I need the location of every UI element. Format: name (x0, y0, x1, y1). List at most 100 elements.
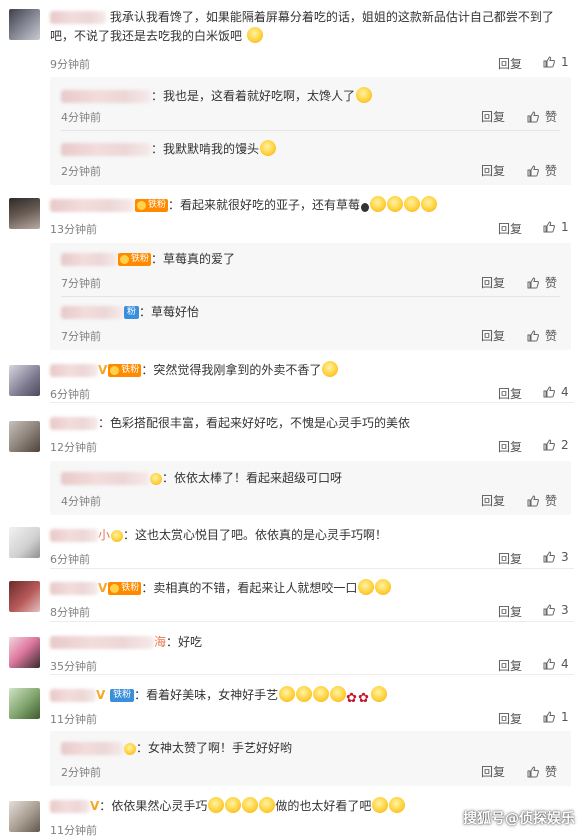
emoji-icon (313, 686, 330, 702)
timestamp: 13分钟前 (50, 223, 97, 236)
emoji-icon (242, 797, 259, 813)
like-button[interactable]: 赞 (527, 492, 557, 509)
like-button[interactable]: 赞 (527, 327, 557, 344)
username[interactable] (61, 472, 149, 485)
thumb-up-icon (527, 111, 539, 123)
like-button[interactable]: 3 (543, 550, 569, 564)
like-button[interactable]: 1 (543, 710, 569, 724)
emoji-icon (322, 361, 339, 377)
reply-button[interactable]: 回复 (498, 603, 522, 620)
reply-button[interactable]: 回复 (498, 438, 522, 455)
reply-button[interactable]: 回复 (481, 162, 505, 179)
fan-badge-icon (150, 473, 162, 485)
verified-icon: V (90, 799, 100, 813)
like-button[interactable]: 4 (543, 657, 569, 671)
reply-button[interactable]: 回复 (498, 710, 522, 727)
emoji-icon (259, 797, 276, 813)
comment-text: 卖相真的不错，看起来让人就想咬一口 (153, 581, 358, 595)
thumb-up-icon (543, 439, 555, 451)
strawberry-icon (361, 203, 370, 212)
username[interactable] (61, 253, 117, 266)
fan-badge: 铁粉 (108, 582, 142, 595)
like-button[interactable]: 赞 (527, 162, 557, 179)
reply-button[interactable]: 回复 (481, 327, 505, 344)
comment-text: 依依果然心灵手巧 (111, 799, 208, 813)
like-button[interactable]: 3 (543, 603, 569, 617)
avatar[interactable] (9, 365, 40, 396)
reply-button[interactable]: 回复 (498, 55, 522, 72)
username[interactable] (50, 11, 106, 24)
username[interactable] (50, 800, 90, 813)
verified-icon: V (98, 363, 108, 377)
like-button[interactable]: 赞 (527, 274, 557, 291)
like-button[interactable]: 1 (543, 55, 569, 69)
emoji-icon (260, 140, 277, 156)
comment-text: 看着好美味，女神好手艺 (146, 688, 279, 702)
fan-badge: 铁粉 (108, 364, 142, 377)
thumb-up-icon (543, 604, 555, 616)
like-button[interactable]: 2 (543, 438, 569, 452)
reply-text: 女神太赞了啊！手艺好好哟 (148, 741, 293, 755)
thumb-up-icon (543, 658, 555, 670)
timestamp: 9分钟前 (50, 58, 90, 71)
thumb-up-icon (543, 551, 555, 563)
avatar[interactable] (9, 581, 40, 612)
emoji-icon (208, 797, 225, 813)
like-button[interactable]: 赞 (527, 763, 557, 780)
reply-button[interactable]: 回复 (498, 220, 522, 237)
reply-button[interactable]: 回复 (498, 550, 522, 567)
username[interactable] (61, 90, 151, 103)
fan-badge: 粉 (124, 306, 140, 319)
rose-icon: ✿ (358, 691, 370, 706)
comment-text: 色彩搭配很丰富，看起来好好吃，不愧是心灵手巧的美依 (110, 416, 411, 430)
emoji-icon (421, 196, 438, 212)
username[interactable] (50, 636, 154, 649)
username[interactable] (61, 306, 123, 319)
username[interactable] (61, 742, 123, 755)
avatar[interactable] (9, 9, 40, 40)
emoji-icon (370, 196, 387, 212)
avatar[interactable] (9, 421, 40, 452)
reply-button[interactable]: 回复 (481, 763, 505, 780)
avatar[interactable] (9, 637, 40, 668)
timestamp: 7分钟前 (61, 330, 101, 343)
timestamp: 4分钟前 (61, 111, 101, 124)
username[interactable] (50, 199, 134, 212)
reply-button[interactable]: 回复 (498, 657, 522, 674)
avatar[interactable] (9, 801, 40, 832)
fan-badge-icon (124, 743, 136, 755)
thumb-up-icon (543, 711, 555, 723)
username[interactable] (50, 689, 96, 702)
avatar[interactable] (9, 688, 40, 719)
thumb-up-icon (527, 766, 539, 778)
username-suffix: 小 (98, 528, 111, 542)
like-button[interactable]: 1 (543, 220, 569, 234)
thumb-up-icon (543, 221, 555, 233)
reply-button[interactable]: 回复 (481, 108, 505, 125)
timestamp: 8分钟前 (50, 606, 90, 619)
divider (61, 130, 560, 131)
thumb-up-icon (543, 386, 555, 398)
avatar[interactable] (9, 198, 40, 229)
thumb-up-icon (527, 165, 539, 177)
username[interactable] (50, 529, 98, 542)
reply-button[interactable]: 回复 (498, 385, 522, 402)
emoji-icon (372, 797, 389, 813)
comment-text: 好吃 (178, 635, 203, 649)
divider (50, 674, 574, 675)
username[interactable] (50, 417, 98, 430)
avatar[interactable] (9, 527, 40, 558)
emoji-icon (296, 686, 313, 702)
thumb-up-icon (543, 56, 555, 68)
like-button[interactable]: 赞 (527, 108, 557, 125)
timestamp: 6分钟前 (50, 388, 90, 401)
username[interactable] (61, 143, 151, 156)
like-button[interactable]: 4 (543, 385, 569, 399)
reply-thread: ：依依太棒了！看起来超级可口呀 4分钟前 回复 赞 (50, 461, 571, 515)
comment-text: 做的也太好看了吧 (275, 799, 372, 813)
reply-button[interactable]: 回复 (481, 274, 505, 291)
emoji-icon (375, 579, 392, 595)
username[interactable] (50, 582, 98, 595)
reply-button[interactable]: 回复 (481, 492, 505, 509)
username[interactable] (50, 364, 98, 377)
